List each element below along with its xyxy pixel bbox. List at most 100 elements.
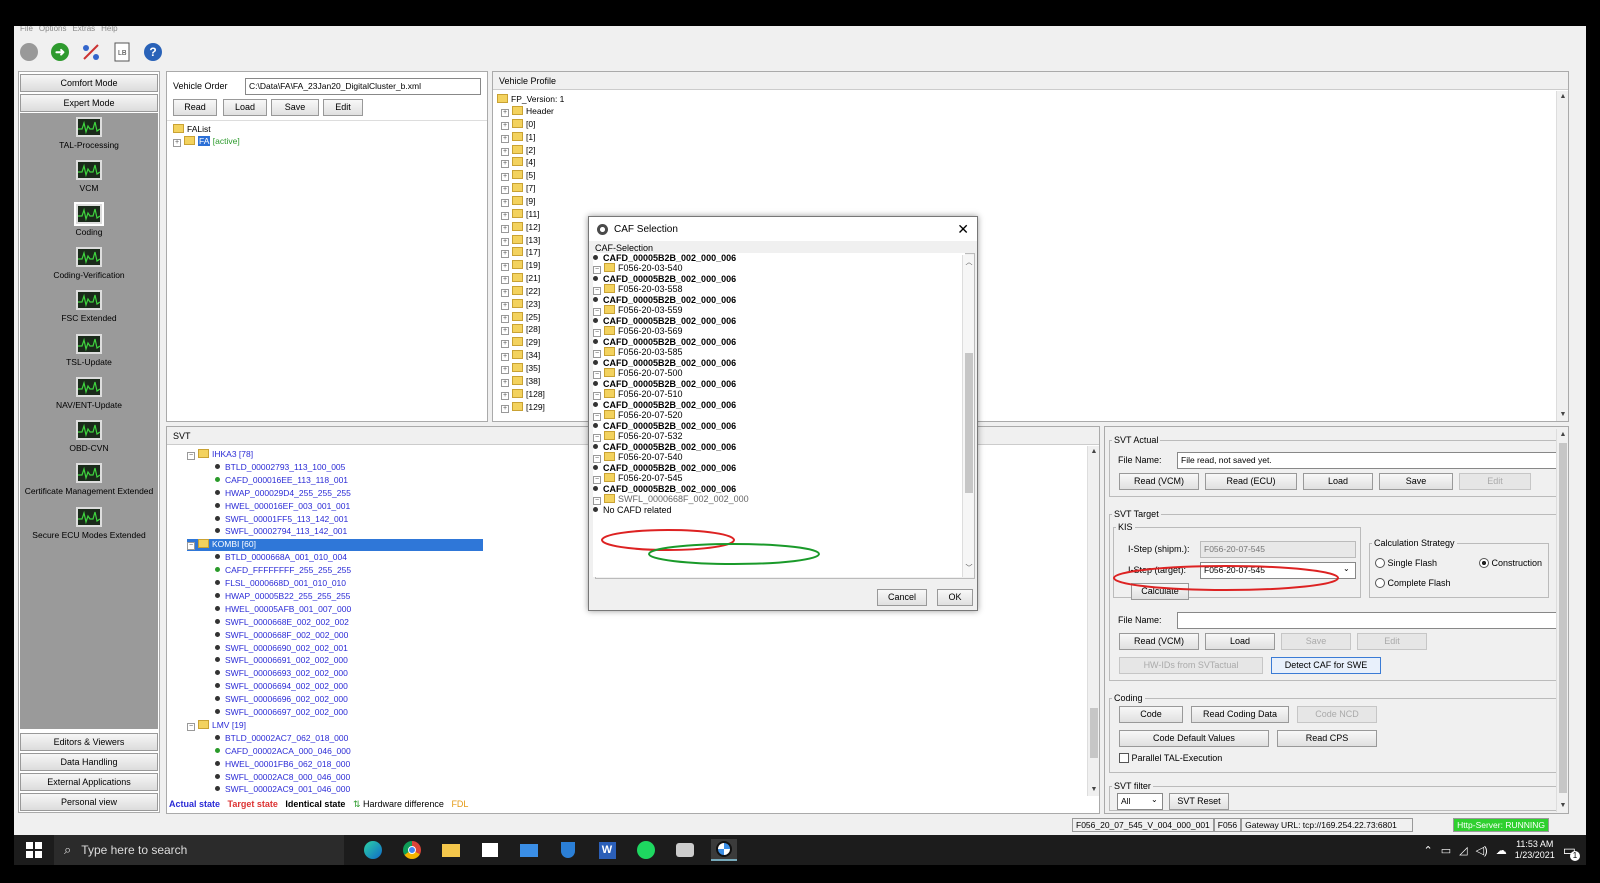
battery-icon[interactable]: ▭ [1441,844,1451,857]
hw-ids-button[interactable]: HW-IDs from SVTactual [1119,657,1263,674]
comfort-mode-button[interactable]: Comfort Mode [20,74,158,92]
istep-folder-node[interactable]: − F056-20-07-520 [593,410,965,421]
svt-ecu-node[interactable]: − KOMBI [60] [187,539,483,552]
istep-target-select[interactable]: F056-20-07-545 [1200,562,1356,579]
expand-icon[interactable]: + [501,288,509,297]
collapse-icon[interactable]: − [593,266,601,274]
svt-sgbm-node[interactable]: BTLD_0000668A_001_010_004 [215,552,347,564]
nav-item-secure-ecu-modes-extended[interactable]: Secure ECU Modes Extended [20,506,158,540]
istep-folder-node[interactable]: − F056-20-07-532 [593,431,965,442]
svt-sgbm-node[interactable]: CAFD_000016EE_113_118_001 [215,475,348,487]
profile-node[interactable]: + [38] [501,375,540,388]
svt-sgbm-node[interactable]: HWEL_000016EF_003_001_001 [215,501,350,513]
detect-caf-button[interactable]: Detect CAF for SWE [1271,657,1381,674]
nav-item-coding-verification[interactable]: Coding-Verification [20,246,158,280]
caf-file-node[interactable]: CAFD_00005B2B_002_000_006 [593,274,965,284]
svt-ecu-node[interactable]: − IHKA3 [78] [187,449,253,461]
istep-folder-node[interactable]: − F056-20-03-558 [593,284,965,295]
cancel-button[interactable]: Cancel [877,589,927,606]
svt-sgbm-node[interactable]: SWFL_00002794_113_142_001 [215,526,347,538]
read-cps-button[interactable]: Read CPS [1277,730,1377,747]
caf-file-node[interactable]: CAFD_00005B2B_002_000_006 [593,421,965,431]
expand-icon[interactable]: + [501,237,509,246]
store-icon[interactable] [477,839,503,861]
svt-sgbm-node[interactable]: CAFD_FFFFFFFF_255_255_255 [215,565,351,577]
profile-node[interactable]: + [0] [501,118,535,131]
svt-ecu-node[interactable]: − LMV [19] [187,719,246,732]
external-applications-button[interactable]: External Applications [20,773,158,791]
calculate-button[interactable]: Calculate [1131,583,1189,600]
caf-file-node[interactable]: CAFD_00005B2B_002_000_006 [593,295,965,305]
security-icon[interactable] [555,839,581,861]
edge-icon[interactable] [360,839,386,861]
nav-item-nav-ent-update[interactable]: NAV/ENT-Update [20,376,158,410]
falist-node[interactable]: FAList [173,124,211,134]
profile-node[interactable]: + [25] [501,311,540,324]
nav-item-tal-processing[interactable]: TAL-Processing [20,117,158,150]
nav-item-tsl-update[interactable]: TSL-Update [20,333,158,367]
caf-file-node[interactable]: CAFD_00005B2B_002_000_006 [593,379,965,389]
expand-icon[interactable]: + [501,186,509,195]
expand-icon[interactable]: + [501,353,509,362]
word-icon[interactable]: W [594,839,620,861]
collapse-icon[interactable]: − [593,413,601,421]
data-handling-button[interactable]: Data Handling [20,753,158,771]
mail-icon[interactable] [516,839,542,861]
expand-icon[interactable]: + [501,173,509,182]
collapse-icon[interactable]: − [593,497,601,505]
clock[interactable]: 11:53 AM 1/23/2021 [1515,839,1555,861]
bmw-app-icon[interactable] [711,839,737,861]
profile-node[interactable]: + [35] [501,363,540,375]
nav-item-certificate-management-extended[interactable]: Certificate Management Extended [20,463,158,496]
chevron-down-icon[interactable]: ⌄ [1151,795,1158,804]
vehicle-profile-scrollbar[interactable]: ▲ ▼ [1556,91,1568,421]
svt-scroll-thumb[interactable] [1090,708,1098,758]
edit-button[interactable]: Edit [323,99,363,116]
caf-file-node[interactable]: CAFD_00005B2B_002_000_006 [593,463,965,473]
scroll-down-icon[interactable]: ▼ [1088,784,1100,796]
scroll-up-icon[interactable]: ▲ [1557,91,1569,103]
svt-sgbm-node[interactable]: HWAP_00005B22_255_255_255 [215,591,350,603]
svt-sgbm-node[interactable]: HWAP_000029D4_255_255_255 [215,488,351,500]
svt-scrollbar[interactable]: ▲ ▼ [1087,446,1099,796]
expand-icon[interactable]: + [501,160,509,169]
chevron-down-icon[interactable]: ⌄ [1343,564,1350,573]
nav-item-coding[interactable]: Coding [20,201,158,237]
profile-node[interactable]: + [1] [501,131,535,144]
menu-options[interactable]: Options [39,26,67,36]
svt-actual-edit-button[interactable]: Edit [1459,473,1531,490]
spotify-icon[interactable] [633,839,659,861]
profile-node[interactable]: + [2] [501,144,535,157]
caf-scroll-thumb[interactable] [965,353,973,493]
personal-view-button[interactable]: Personal view [20,793,158,811]
log-icon[interactable]: LB [111,41,133,63]
svt-sgbm-node[interactable]: SWFL_0000668E_002_002_002 [215,617,349,629]
vehicle-order-path-field[interactable]: C:\Data\FA\FA_23Jan20_DigitalCluster_b.x… [245,78,481,95]
taskbar-search-box[interactable]: ⌕ Type here to search [54,835,344,865]
profile-node[interactable]: + [128] [501,388,545,401]
expand-icon[interactable]: + [501,301,509,310]
expand-icon[interactable]: + [501,340,509,349]
expand-icon[interactable]: + [501,224,509,233]
istep-folder-node[interactable]: − F056-20-03-559 [593,305,965,316]
svt-actions-scroll-thumb[interactable] [1559,443,1567,793]
expand-icon[interactable]: + [501,198,509,207]
fa-node[interactable]: + FA [active] [173,136,240,147]
scroll-down-icon[interactable]: ﹀ [963,563,975,575]
menu-extras[interactable]: Extras [72,26,95,36]
cloud-icon[interactable]: ☁ [1496,844,1507,857]
svt-sgbm-node[interactable]: BTLD_00002793_113_100_005 [215,462,345,474]
profile-node[interactable]: + Header [501,106,554,118]
svt-target-read-vcm-button[interactable]: Read (VCM) [1119,633,1199,650]
profile-node[interactable]: + [19] [501,260,540,272]
expand-icon[interactable]: + [501,250,509,259]
read-coding-data-button[interactable]: Read Coding Data [1191,706,1289,723]
istep-folder-node[interactable]: − F056-20-03-569 [593,326,965,337]
istep-folder-node[interactable]: − F056-20-07-510 [593,389,965,400]
profile-node[interactable]: + [129] [501,401,545,414]
caf-file-node[interactable]: CAFD_00005B2B_002_000_006 [593,400,965,410]
expand-icon[interactable]: + [501,314,509,323]
expand-icon[interactable]: + [501,134,509,143]
svt-sgbm-node[interactable]: FLSL_0000668D_001_010_010 [215,578,346,590]
nav-item-vcm[interactable]: VCM [20,160,158,193]
